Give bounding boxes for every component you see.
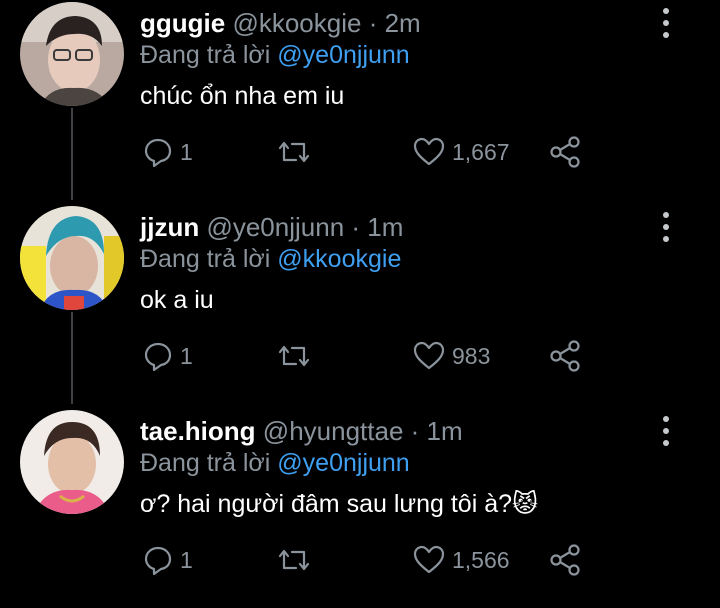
share-button[interactable] [548,540,582,580]
display-name[interactable]: ggugie [140,8,225,38]
share-icon [550,136,580,168]
replying-to: Đang trả lời @ye0njjunn [140,448,410,478]
avatar-image [20,206,124,310]
tweet-text: chúc ổn nha em iu [140,82,345,110]
timestamp[interactable]: 1m [367,212,403,242]
retweet-icon [278,345,310,367]
reply-count: 1 [180,138,193,165]
display-name[interactable]: tae.hiong [140,416,256,446]
avatar[interactable] [20,206,124,310]
reply-thread: ggugie @kkookgie · 2m Đang trả lời @ye0n… [0,0,720,595]
tweet-header: ggugie @kkookgie · 2m [140,8,421,38]
avatar[interactable] [20,2,124,106]
pouting-cat-emoji: 😾 [512,490,539,518]
share-button[interactable] [548,336,582,376]
share-icon [550,340,580,372]
like-count: 1,667 [452,138,510,165]
replying-to-label: Đang trả lời [140,449,271,477]
reply-button[interactable]: 1 [142,336,193,376]
like-icon [413,341,445,370]
tweet-header: tae.hiong @hyungttae · 1m [140,416,463,446]
user-handle[interactable]: @ye0njjunn [206,212,344,242]
like-count: 983 [452,342,491,369]
tweet[interactable]: ggugie @kkookgie · 2m Đang trả lời @ye0n… [0,0,720,200]
display-name[interactable]: jjzun [140,212,199,242]
separator-dot: · [403,416,427,446]
retweet-button[interactable] [276,540,312,580]
replying-to-handle[interactable]: @ye0njjunn [277,41,409,69]
retweet-button[interactable] [276,132,312,172]
reply-icon [144,342,172,372]
like-button[interactable]: 1,667 [412,132,510,172]
timestamp[interactable]: 1m [427,416,463,446]
retweet-button[interactable] [276,336,312,376]
tweet-text-content: ơ? hai người đâm sau lưng tôi à? [140,490,513,518]
replying-to: Đang trả lời @kkookgie [140,244,401,274]
timestamp[interactable]: 2m [385,8,421,38]
replying-to: Đang trả lời @ye0njjunn [140,40,410,70]
tweet[interactable]: tae.hiong @hyungttae · 1m Đang trả lời @… [0,408,720,608]
retweet-icon [278,549,310,571]
reply-button[interactable]: 1 [142,132,193,172]
like-button[interactable]: 983 [412,336,490,376]
replying-to-handle[interactable]: @ye0njjunn [277,449,409,477]
like-button[interactable]: 1,566 [412,540,510,580]
tweet-header: jjzun @ye0njjunn · 1m [140,212,403,242]
like-count: 1,566 [452,546,510,573]
replying-to-label: Đang trả lời [140,41,271,69]
reply-icon [144,546,172,576]
share-icon [550,544,580,576]
replying-to-handle[interactable]: @kkookgie [277,245,401,273]
tweet-actions: 1 1,566 [140,540,600,580]
tweet-text: ơ? hai người đâm sau lưng tôi à?😾 [140,488,538,520]
tweet-actions: 1 1,667 [140,132,600,172]
tweet-text: ok a iu [140,286,214,314]
separator-dot: · [344,212,368,242]
tweet-actions: 1 983 [140,336,600,376]
like-icon [413,545,445,574]
avatar[interactable] [20,410,124,514]
reply-count: 1 [180,546,193,573]
replying-to-label: Đang trả lời [140,245,271,273]
like-icon [413,137,445,166]
reply-button[interactable]: 1 [142,540,193,580]
more-options-icon[interactable] [656,6,676,40]
user-handle[interactable]: @kkookgie [232,8,361,38]
user-handle[interactable]: @hyungttae [263,416,404,446]
tweet[interactable]: jjzun @ye0njjunn · 1m Đang trả lời @kkoo… [0,204,720,404]
separator-dot: · [361,8,385,38]
share-button[interactable] [548,132,582,172]
reply-count: 1 [180,342,193,369]
avatar-image [20,410,124,514]
more-options-icon[interactable] [656,414,676,448]
reply-icon [144,138,172,168]
more-options-icon[interactable] [656,210,676,244]
retweet-icon [278,141,310,163]
avatar-image [20,2,124,106]
